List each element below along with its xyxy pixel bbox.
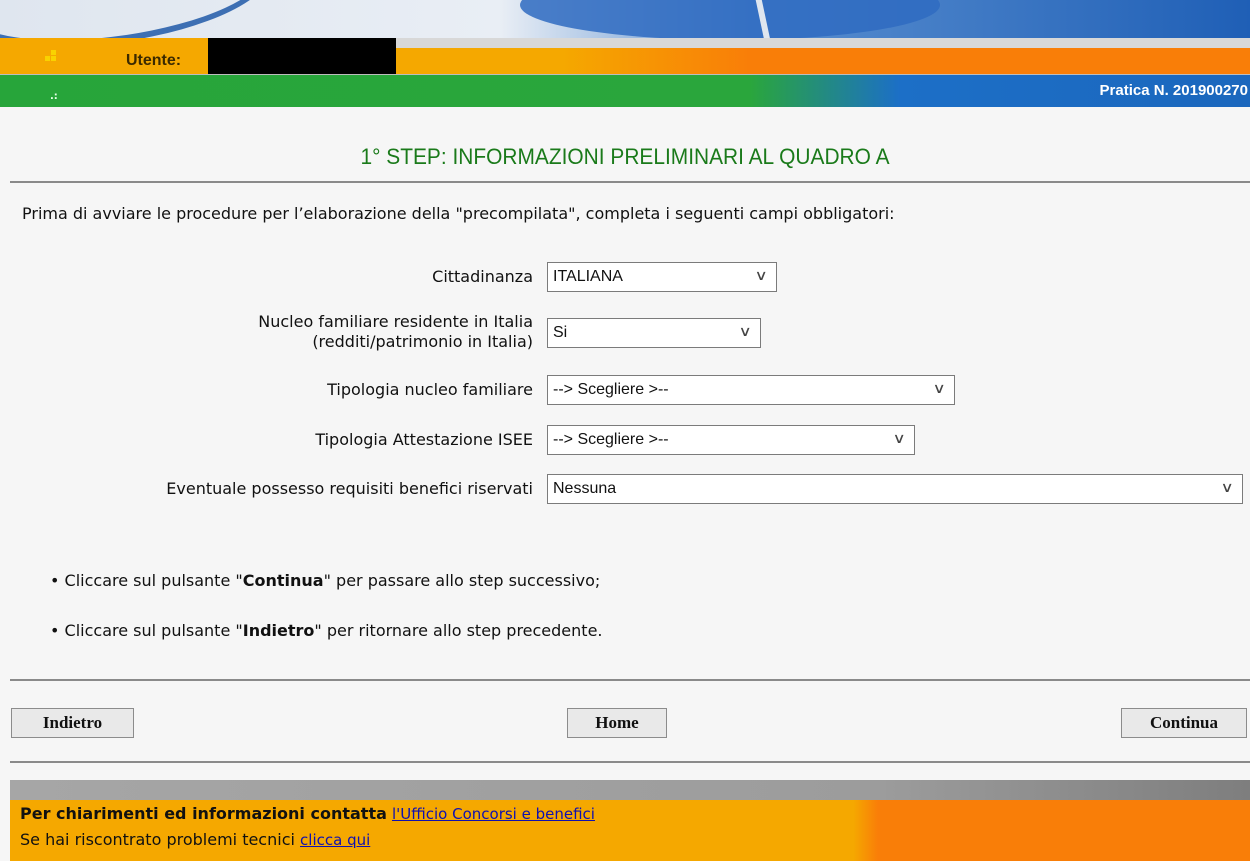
instruction-indietro: • Cliccare sul pulsante "Indietro" per r… <box>50 621 603 640</box>
user-bar-shadow <box>395 38 1250 48</box>
quote-open: " <box>235 571 243 590</box>
nucleo-residente-value: Si <box>553 324 568 341</box>
quote-close: " <box>314 621 322 640</box>
tipologia-nucleo-value: --> Scegliere >-- <box>553 381 669 398</box>
home-button[interactable]: Home <box>567 708 667 738</box>
dots-icon: .: <box>50 91 58 102</box>
instruction-continua: • Cliccare sul pulsante "Continua" per p… <box>50 571 600 590</box>
bullet-icon: • <box>50 571 60 590</box>
footer-tech-line: Se hai riscontrato problemi tecnici clic… <box>20 830 370 849</box>
instruction-text-post: per passare allo step successivo; <box>330 571 601 590</box>
footer-tech-text: Se hai riscontrato problemi tecnici <box>20 830 295 849</box>
nucleo-residente-label-line1: Nucleo familiare residente in Italia <box>258 312 533 331</box>
user-bar: Utente: <box>0 38 1250 76</box>
intro-text: Prima di avviare le procedure per l’elab… <box>22 204 895 223</box>
divider-middle <box>10 679 1250 681</box>
ufficio-concorsi-link[interactable]: l'Ufficio Concorsi e benefici <box>392 805 595 823</box>
banner-swoosh-decoration <box>0 0 278 38</box>
instruction-keyword: Indietro <box>242 621 315 640</box>
pratica-bar: .: Pratica N. 201900270 <box>0 74 1250 107</box>
tipologia-isee-select[interactable]: --> Scegliere >-- ∨ <box>547 425 915 455</box>
cittadinanza-value: ITALIANA <box>553 268 623 285</box>
requisiti-value: Nessuna <box>553 480 617 497</box>
banner-wave-decoration <box>520 0 940 38</box>
tipologia-isee-value: --> Scegliere >-- <box>553 431 669 448</box>
chevron-down-icon: ∨ <box>754 267 768 283</box>
page-title: 1° STEP: INFORMAZIONI PRELIMINARI AL QUA… <box>360 144 890 169</box>
cittadinanza-label: Cittadinanza <box>432 267 533 286</box>
instruction-text-post: per ritornare allo step precedente. <box>321 621 603 640</box>
chevron-down-icon: ∨ <box>738 323 752 339</box>
instruction-keyword: Continua <box>242 571 324 590</box>
requisiti-select[interactable]: Nessuna ∨ <box>547 474 1243 504</box>
nucleo-residente-label-line2: (redditi/patrimonio in Italia) <box>312 332 533 351</box>
redacted-username <box>208 38 396 76</box>
header-banner <box>0 0 1250 38</box>
cittadinanza-select[interactable]: ITALIANA ∨ <box>547 262 777 292</box>
tipologia-nucleo-select[interactable]: --> Scegliere >-- ∨ <box>547 375 955 405</box>
chevron-down-icon: ∨ <box>1220 479 1234 495</box>
nucleo-residente-select[interactable]: Si ∨ <box>547 318 761 348</box>
instruction-text-pre: Cliccare sul pulsante <box>64 571 236 590</box>
instruction-text-pre: Cliccare sul pulsante <box>64 621 236 640</box>
nucleo-residente-label: Nucleo familiare residente in Italia (re… <box>258 312 533 352</box>
quote-close: " <box>323 571 331 590</box>
footer-contact-text: Per chiarimenti ed informazioni contatta <box>20 804 387 823</box>
clicca-qui-link[interactable]: clicca qui <box>300 831 370 849</box>
pratica-number: Pratica N. 201900270 <box>1099 82 1248 99</box>
footer: Per chiarimenti ed informazioni contatta… <box>10 800 1250 861</box>
user-label: Utente: <box>126 52 182 69</box>
requisiti-label: Eventuale possesso requisiti benefici ri… <box>166 479 533 498</box>
divider-bottom <box>10 761 1250 763</box>
bullet-icon: • <box>50 621 60 640</box>
divider-top <box>10 181 1250 183</box>
footer-contact-line: Per chiarimenti ed informazioni contatta… <box>20 804 595 823</box>
tipologia-nucleo-label: Tipologia nucleo familiare <box>327 380 533 399</box>
continue-button[interactable]: Continua <box>1121 708 1247 738</box>
quote-open: " <box>235 621 243 640</box>
back-button[interactable]: Indietro <box>11 708 134 738</box>
chevron-down-icon: ∨ <box>892 430 906 446</box>
tipologia-isee-label: Tipologia Attestazione ISEE <box>315 430 533 449</box>
footer-gray-bar <box>10 780 1250 800</box>
chevron-down-icon: ∨ <box>932 380 946 396</box>
